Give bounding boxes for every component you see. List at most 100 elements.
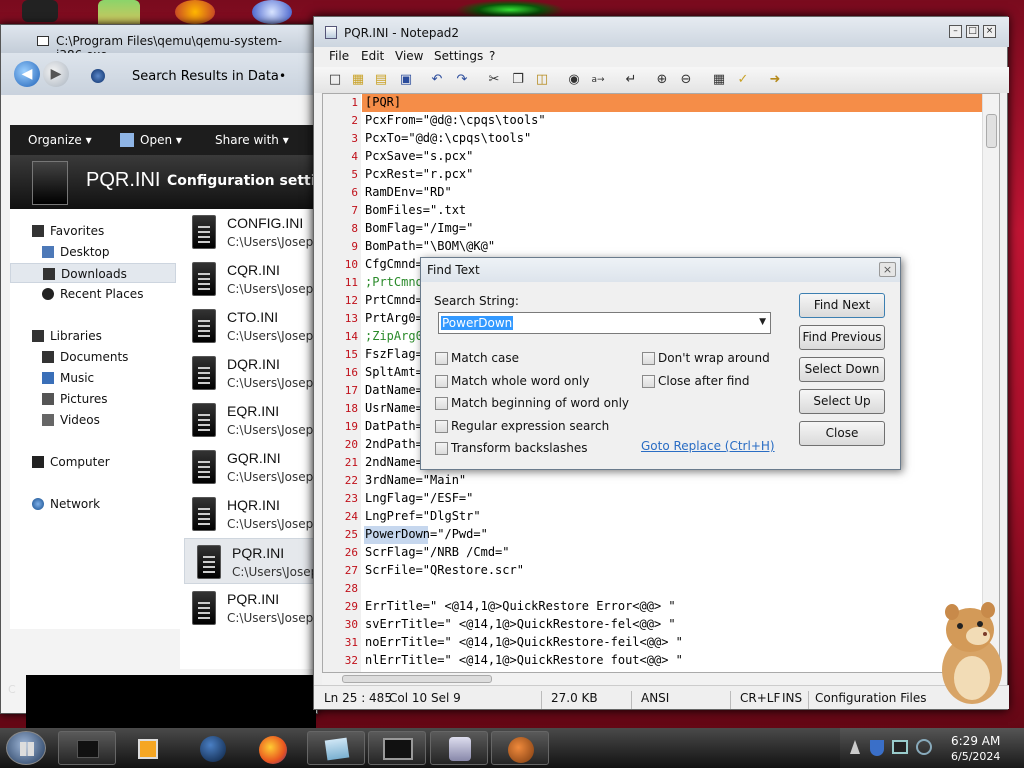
address-bar[interactable]: Search Results in Data bbox=[132, 69, 279, 84]
find-previous-button[interactable]: Find Previous bbox=[799, 325, 885, 350]
sidebar-item-network[interactable]: Network bbox=[18, 494, 184, 514]
hamster-gadget[interactable] bbox=[930, 600, 1014, 706]
copy-icon[interactable]: ❐ bbox=[510, 72, 526, 88]
sidebar-item-downloads[interactable]: Downloads bbox=[10, 263, 176, 283]
status-line-endings[interactable]: CR+LF bbox=[740, 691, 780, 705]
sidebar-item-favorites[interactable]: Favorites bbox=[18, 221, 184, 241]
list-item[interactable]: EQR.INI C:\Users\Joseph bbox=[180, 397, 319, 443]
tray-arrow-icon[interactable] bbox=[850, 740, 860, 754]
find-dialog-titlebar[interactable]: Find Text bbox=[421, 258, 900, 282]
menu-view[interactable]: View bbox=[395, 49, 423, 63]
security-shield-icon[interactable] bbox=[870, 740, 884, 756]
browse-icon[interactable]: ▤ bbox=[373, 72, 389, 88]
vertical-scrollbar[interactable] bbox=[982, 94, 999, 672]
list-item[interactable]: CTO.INI C:\Users\Joseph bbox=[180, 303, 319, 349]
maximize-button[interactable]: □ bbox=[966, 25, 979, 38]
menu-settings[interactable]: Settings bbox=[434, 49, 483, 63]
whole-word-label[interactable]: Match whole word only bbox=[451, 374, 589, 388]
zoom-in-icon[interactable]: ⊕ bbox=[654, 72, 670, 88]
explorer-titlebar[interactable]: C:\Program Files\qemu\qemu-system-i386.e… bbox=[1, 25, 319, 62]
start-button[interactable] bbox=[6, 731, 46, 765]
sidebar-item-libraries[interactable]: Libraries bbox=[18, 326, 184, 346]
sidebar-item-documents[interactable]: Documents bbox=[18, 347, 184, 367]
taskbar-item[interactable] bbox=[122, 731, 180, 765]
scrollbar-thumb[interactable] bbox=[986, 114, 997, 148]
select-up-button[interactable]: Select Up bbox=[799, 389, 885, 414]
dropdown-arrow-icon[interactable]: ▼ bbox=[759, 317, 766, 327]
notepad-titlebar[interactable]: PQR.INI - Notepad2 – □ × bbox=[314, 17, 1009, 47]
list-item[interactable]: HQR.INI C:\Users\Joseph bbox=[180, 491, 319, 537]
taskbar-item[interactable] bbox=[491, 731, 549, 765]
new-file-icon[interactable]: □ bbox=[327, 72, 343, 88]
back-button[interactable]: ◀ bbox=[14, 61, 40, 87]
forward-button[interactable]: ▶ bbox=[43, 61, 69, 87]
match-case-label[interactable]: Match case bbox=[451, 351, 519, 365]
cut-icon[interactable]: ✂ bbox=[486, 72, 502, 88]
close-after-find-checkbox[interactable] bbox=[642, 375, 655, 388]
menu-file[interactable]: File bbox=[329, 49, 349, 63]
find-next-button[interactable]: Find Next bbox=[799, 293, 885, 318]
open-folder-icon[interactable]: ▦ bbox=[350, 72, 366, 88]
save-icon[interactable]: ▣ bbox=[398, 72, 414, 88]
find-dialog-close-icon[interactable]: × bbox=[879, 262, 896, 277]
desktop-icon[interactable] bbox=[252, 0, 292, 24]
sidebar-item-computer[interactable]: Computer bbox=[18, 452, 184, 472]
organize-button[interactable]: Organize ▾ bbox=[28, 133, 92, 147]
list-item[interactable]: DQR.INI C:\Users\Joseph bbox=[180, 350, 319, 396]
list-item-selected[interactable]: PQR.INI C:\Users\Joseph bbox=[184, 538, 319, 584]
paste-icon[interactable]: ◫ bbox=[534, 72, 550, 88]
transform-backslashes-label[interactable]: Transform backslashes bbox=[451, 441, 587, 455]
status-encoding[interactable]: ANSI bbox=[641, 691, 669, 705]
clock-time[interactable]: 6:29 AM bbox=[951, 734, 1000, 748]
network-tray-icon[interactable] bbox=[892, 740, 908, 754]
taskbar-item[interactable] bbox=[307, 731, 365, 765]
close-after-find-label[interactable]: Close after find bbox=[658, 374, 750, 388]
taskbar-item[interactable] bbox=[368, 731, 426, 765]
search-string-combobox[interactable]: PowerDown ▼ bbox=[438, 312, 771, 334]
exit-icon[interactable]: ➜ bbox=[767, 72, 783, 88]
scheme-icon[interactable]: ▦ bbox=[711, 72, 727, 88]
search-string-value[interactable]: PowerDown bbox=[441, 316, 514, 330]
list-item[interactable]: CONFIG.INI C:\Users\Joseph bbox=[180, 209, 319, 255]
taskbar-item[interactable] bbox=[184, 731, 242, 765]
open-button[interactable]: Open ▾ bbox=[140, 133, 182, 147]
minimize-button[interactable]: – bbox=[949, 25, 962, 38]
taskbar-item[interactable] bbox=[58, 731, 116, 765]
regex-checkbox[interactable] bbox=[435, 420, 448, 433]
sidebar-item-videos[interactable]: Videos bbox=[18, 410, 184, 430]
no-wrap-label[interactable]: Don't wrap around bbox=[658, 351, 770, 365]
horizontal-scrollbar[interactable] bbox=[322, 673, 1000, 685]
desktop-icon[interactable] bbox=[175, 0, 215, 24]
begin-word-checkbox[interactable] bbox=[435, 397, 448, 410]
sidebar-item-desktop[interactable]: Desktop bbox=[18, 242, 184, 262]
status-scheme[interactable]: Configuration Files bbox=[815, 691, 927, 705]
address-separator[interactable]: • bbox=[279, 69, 286, 83]
sidebar-item-pictures[interactable]: Pictures bbox=[18, 389, 184, 409]
share-button[interactable]: Share with ▾ bbox=[215, 133, 289, 147]
volume-icon[interactable] bbox=[916, 739, 932, 755]
menu-help[interactable]: ? bbox=[489, 49, 495, 63]
scrollbar-thumb[interactable] bbox=[342, 675, 492, 683]
taskbar-item[interactable] bbox=[245, 731, 303, 765]
clock-date[interactable]: 6/5/2024 bbox=[951, 750, 1000, 763]
menu-edit[interactable]: Edit bbox=[361, 49, 384, 63]
redo-icon[interactable]: ↷ bbox=[454, 72, 470, 88]
goto-replace-link[interactable]: Goto Replace (Ctrl+H) bbox=[641, 439, 775, 453]
sidebar-item-music[interactable]: Music bbox=[18, 368, 184, 388]
desktop-icon[interactable] bbox=[22, 0, 58, 22]
select-down-button[interactable]: Select Down bbox=[799, 357, 885, 382]
whole-word-checkbox[interactable] bbox=[435, 375, 448, 388]
customize-icon[interactable]: ✓ bbox=[735, 72, 751, 88]
zoom-out-icon[interactable]: ⊖ bbox=[678, 72, 694, 88]
transform-backslashes-checkbox[interactable] bbox=[435, 442, 448, 455]
regex-label[interactable]: Regular expression search bbox=[451, 419, 609, 433]
no-wrap-checkbox[interactable] bbox=[642, 352, 655, 365]
find-icon[interactable]: ◉ bbox=[566, 72, 582, 88]
word-wrap-icon[interactable]: ↵ bbox=[623, 72, 639, 88]
undo-icon[interactable]: ↶ bbox=[429, 72, 445, 88]
list-item[interactable]: GQR.INI C:\Users\Joseph bbox=[180, 444, 319, 490]
close-button[interactable]: × bbox=[983, 25, 996, 38]
status-insert-mode[interactable]: INS bbox=[782, 691, 802, 705]
close-button[interactable]: Close bbox=[799, 421, 885, 446]
list-item[interactable]: PQR.INI C:\Users\Joseph bbox=[180, 585, 319, 631]
